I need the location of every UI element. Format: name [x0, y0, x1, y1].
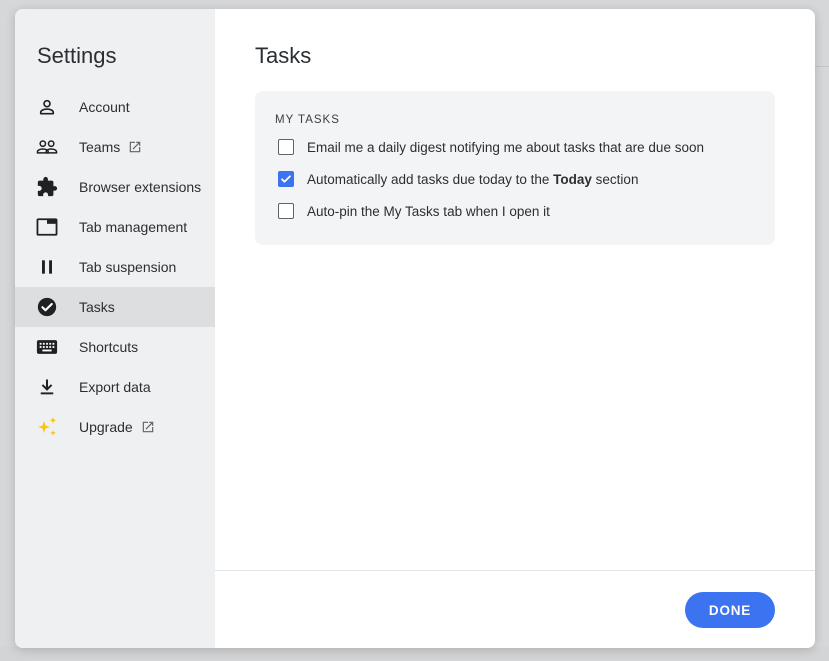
my-tasks-panel: MY TASKS Email me a daily digest notifyi… [255, 91, 775, 245]
puzzle-icon [35, 175, 59, 199]
option-label: Email me a daily digest notifying me abo… [307, 140, 704, 155]
external-link-icon [128, 140, 142, 154]
auto-pin-option[interactable]: Auto-pin the My Tasks tab when I open it [278, 203, 550, 219]
settings-sidebar: Settings Account Teams Browser extension… [15, 9, 215, 648]
email-digest-option[interactable]: Email me a daily digest notifying me abo… [278, 139, 704, 155]
auto-pin-checkbox[interactable] [278, 203, 294, 219]
today-section-name: Today [553, 171, 592, 187]
sparkles-icon [35, 415, 59, 439]
sidebar-item-label: Browser extensions [79, 179, 202, 195]
auto-add-today-option[interactable]: Automatically add tasks due today to the… [278, 171, 638, 187]
dialog-footer: DONE [215, 570, 815, 648]
sidebar-item-label: Teams [79, 139, 121, 155]
sidebar-item-label: Tab suspension [79, 259, 177, 275]
option-label-text: Email me a daily digest notifying me abo… [307, 139, 704, 155]
backdrop-bottom-bar [0, 647, 829, 661]
sidebar-item-label: Tasks [79, 299, 115, 315]
sidebar-item-shortcuts[interactable]: Shortcuts [15, 327, 215, 367]
option-label-text: Automatically add tasks due today to the [307, 171, 554, 187]
keyboard-icon [35, 335, 59, 359]
checkmark-icon [281, 175, 291, 183]
tab-window-icon [35, 215, 59, 239]
option-label: Auto-pin the My Tasks tab when I open it [307, 204, 550, 219]
sidebar-item-label: Tab management [79, 219, 188, 235]
sidebar-title: Settings [37, 43, 117, 68]
sidebar-item-upgrade[interactable]: Upgrade [15, 407, 215, 447]
person-icon [35, 95, 59, 119]
sidebar-item-account[interactable]: Account [15, 87, 215, 127]
sidebar-item-export-data[interactable]: Export data [15, 367, 215, 407]
sidebar-item-tab-management[interactable]: Tab management [15, 207, 215, 247]
pause-icon [35, 255, 59, 279]
people-icon [35, 135, 59, 159]
email-digest-checkbox[interactable] [278, 139, 294, 155]
sidebar-item-browser-extensions[interactable]: Browser extensions [15, 167, 215, 207]
sidebar-item-label: Export data [79, 379, 151, 395]
section-heading: MY TASKS [275, 114, 340, 126]
option-label-text: section [591, 171, 639, 187]
sidebar-nav: Account Teams Browser extensions Tab man… [15, 87, 215, 447]
sidebar-item-tab-suspension[interactable]: Tab suspension [15, 247, 215, 287]
sidebar-item-label: Shortcuts [79, 339, 139, 355]
auto-add-today-checkbox[interactable] [278, 171, 294, 187]
done-button[interactable]: DONE [685, 592, 775, 628]
page-title: Tasks [255, 43, 312, 68]
option-label: Automatically add tasks due today to the… [307, 172, 638, 187]
sidebar-item-label: Account [79, 99, 130, 115]
settings-content: Tasks MY TASKS Email me a daily digest n… [215, 9, 815, 648]
sidebar-item-tasks[interactable]: Tasks [15, 287, 215, 327]
download-icon [35, 375, 59, 399]
check-circle-icon [35, 295, 59, 319]
backdrop-divider [815, 66, 829, 67]
option-label-text: Auto-pin the My Tasks tab when I open it [307, 203, 550, 219]
settings-dialog: Settings Account Teams Browser extension… [15, 9, 815, 648]
external-link-icon [141, 420, 155, 434]
sidebar-item-teams[interactable]: Teams [15, 127, 215, 167]
sidebar-item-label: Upgrade [79, 419, 133, 435]
